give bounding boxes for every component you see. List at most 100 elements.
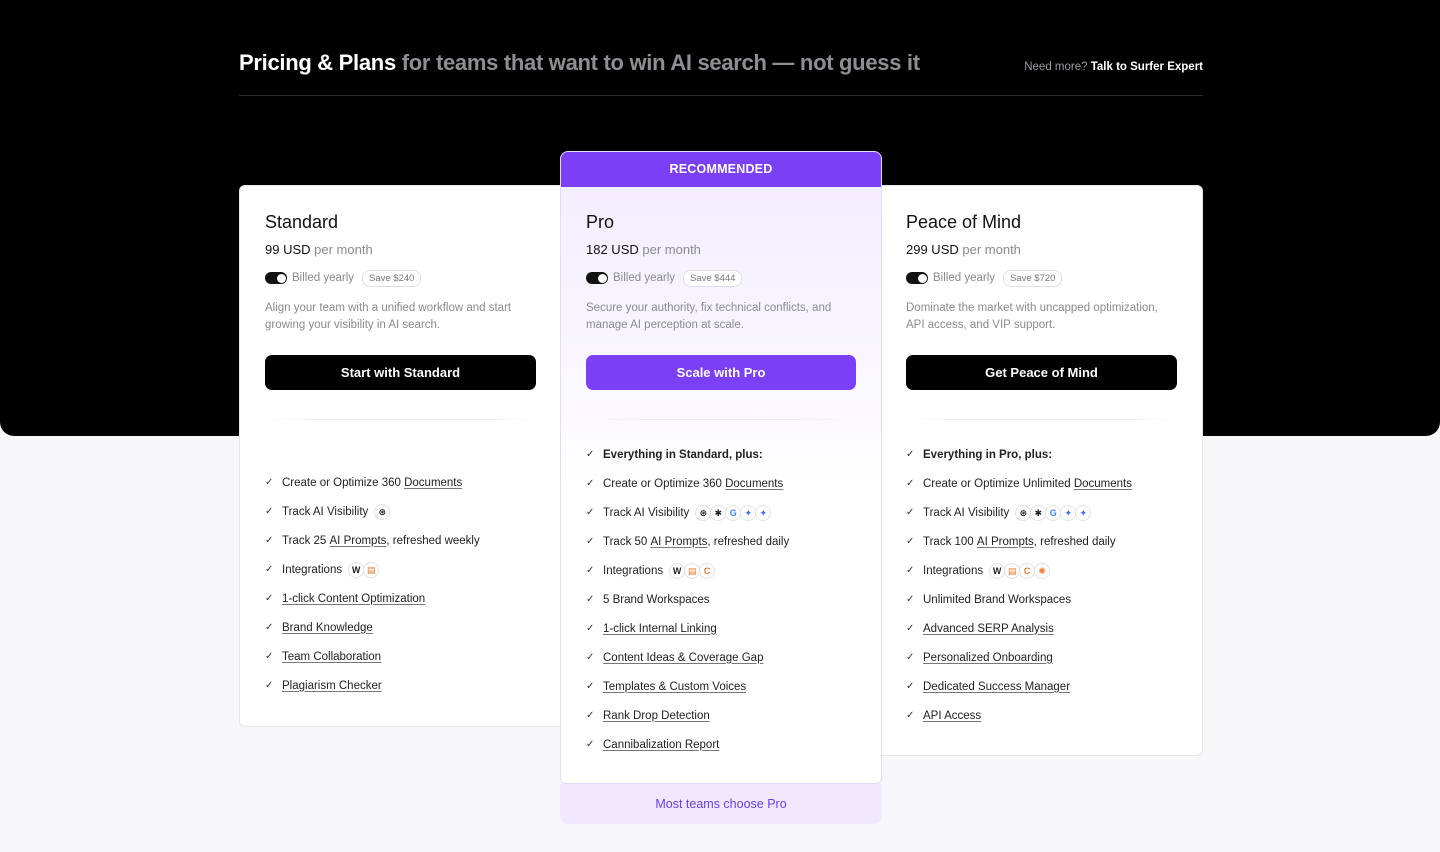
integration-icons: ⊛ ✱ G ✦ ✦: [1015, 504, 1092, 521]
billing-toggle[interactable]: [906, 272, 928, 284]
feature-link[interactable]: Personalized Onboarding: [923, 652, 1053, 664]
google-docs-icon: ▤: [363, 561, 380, 578]
price-amount: 182 USD: [586, 242, 639, 257]
feature-item: ✓ Everything in Standard, plus:: [586, 440, 856, 469]
feature-link[interactable]: API Access: [923, 710, 981, 722]
billing-toggle[interactable]: [265, 272, 287, 284]
feature-link[interactable]: Dedicated Success Manager: [923, 681, 1070, 693]
check-icon: ✓: [586, 449, 595, 460]
check-icon: ✓: [586, 681, 595, 692]
feature-item: ✓ 5 Brand Workspaces: [586, 585, 856, 614]
feature-item: ✓ Integrations W ▤ C ✺: [906, 556, 1177, 585]
integration-icons: W ▤: [348, 561, 380, 578]
feature-item: ✓ API Access: [906, 701, 1177, 730]
feature-link[interactable]: Documents: [1074, 478, 1132, 490]
feature-link[interactable]: Content Ideas & Coverage Gap: [603, 652, 763, 664]
price-amount: 299 USD: [906, 242, 959, 257]
feature-link[interactable]: Cannibalization Report: [603, 739, 719, 751]
plan-description: Secure your authority, fix technical con…: [586, 302, 832, 331]
title-tagline: for teams that want to win AI search — n…: [401, 50, 920, 75]
wordpress-icon: W: [348, 561, 365, 578]
divider: [265, 419, 536, 420]
check-icon: ✓: [586, 594, 595, 605]
feature-item: ✓ Everything in Pro, plus:: [906, 440, 1177, 469]
openai-icon: ⊛: [1015, 504, 1032, 521]
feature-link[interactable]: Documents: [725, 478, 783, 490]
divider: [586, 419, 856, 420]
talk-to-expert-link[interactable]: Talk to Surfer Expert: [1091, 61, 1203, 73]
feature-text: Everything in Standard, plus:: [603, 448, 763, 461]
feature-text-suffix: , refreshed daily: [1033, 535, 1116, 548]
check-icon: ✓: [265, 535, 274, 546]
feature-link[interactable]: AI Prompts: [330, 535, 387, 547]
feature-text: Create or Optimize 360: [282, 476, 405, 489]
feature-item: ✓ Cannibalization Report: [586, 730, 856, 759]
plan-summary: Pro 182 USD per month Billed yearly Save…: [586, 212, 856, 420]
feature-link[interactable]: AI Prompts: [651, 536, 708, 548]
integration-icons: ⊛: [374, 503, 391, 520]
check-icon: ✓: [906, 681, 915, 692]
billing-toggle[interactable]: [586, 272, 608, 284]
billing-row: Billed yearly Save $240: [265, 269, 536, 287]
check-icon: ✓: [906, 565, 915, 576]
feature-link[interactable]: 1-click Internal Linking: [603, 623, 717, 635]
google-docs-icon: ▤: [684, 562, 701, 579]
check-icon: ✓: [586, 710, 595, 721]
need-more-prefix: Need more?: [1024, 61, 1088, 73]
feature-link[interactable]: Plagiarism Checker: [282, 680, 382, 692]
plan-card-standard: Standard 99 USD per month Billed yearly …: [239, 185, 561, 727]
feature-link[interactable]: Rank Drop Detection: [603, 710, 710, 722]
feature-item: ✓ Dedicated Success Manager: [906, 672, 1177, 701]
check-icon: ✓: [906, 449, 915, 460]
perplexity-icon: ✱: [1030, 504, 1047, 521]
page-title: Pricing & Plans for teams that want to w…: [239, 50, 920, 76]
feature-link[interactable]: Brand Knowledge: [282, 622, 373, 634]
feature-item: ✓ Brand Knowledge: [265, 613, 536, 642]
integration-icons: W ▤ C ✺: [989, 562, 1051, 579]
plan-name: Pro: [586, 212, 615, 232]
feature-list: ✓ Everything in Standard, plus: ✓ Create or…: [586, 440, 856, 759]
feature-link[interactable]: Advanced SERP Analysis: [923, 623, 1054, 635]
ai-mode-icon: ✦: [1075, 504, 1092, 521]
feature-link[interactable]: Team Collaboration: [282, 651, 381, 663]
google-icon: G: [725, 504, 742, 521]
plan-summary: Peace of Mind 299 USD per month Billed y…: [906, 212, 1177, 420]
feature-item: ✓ Track 25 AI Prompts, refreshed weekly: [265, 526, 536, 555]
get-peace-of-mind-button[interactable]: Get Peace of Mind: [906, 355, 1177, 390]
start-with-standard-button[interactable]: Start with Standard: [265, 355, 536, 390]
feature-text-suffix: , refreshed daily: [707, 535, 790, 548]
check-icon: ✓: [265, 593, 274, 604]
contentful-icon: C: [699, 562, 716, 579]
google-docs-icon: ▤: [1004, 562, 1021, 579]
plan-price: 99 USD per month: [265, 242, 536, 257]
integration-icons: W ▤ C: [669, 562, 716, 579]
check-icon: ✓: [265, 680, 274, 691]
billing-label: Billed yearly: [292, 272, 354, 284]
feature-text: Track 50: [603, 535, 651, 548]
feature-link[interactable]: Templates & Custom Voices: [603, 681, 746, 693]
openai-icon: ⊛: [374, 503, 391, 520]
feature-text: Everything in Pro, plus:: [923, 448, 1053, 461]
check-icon: ✓: [586, 536, 595, 547]
wordpress-icon: W: [989, 562, 1006, 579]
feature-item: ✓ 1-click Content Optimization: [265, 584, 536, 613]
feature-link[interactable]: AI Prompts: [977, 536, 1034, 548]
most-teams-note: Most teams choose Pro: [560, 784, 882, 824]
openai-icon: ⊛: [695, 504, 712, 521]
check-icon: ✓: [265, 477, 274, 488]
feature-item: ✓ Create or Optimize Unlimited Documents: [906, 469, 1177, 498]
feature-text: Unlimited Brand Workspaces: [923, 593, 1072, 606]
title-main: Pricing & Plans: [239, 50, 396, 75]
plan-description: Dominate the market with uncapped optimi…: [906, 302, 1158, 331]
check-icon: ✓: [265, 651, 274, 662]
need-more: Need more? Talk to Surfer Expert: [1024, 61, 1203, 73]
check-icon: ✓: [906, 536, 915, 547]
check-icon: ✓: [586, 652, 595, 663]
save-badge: Save $720: [1003, 269, 1063, 287]
feature-link[interactable]: 1-click Content Optimization: [282, 593, 425, 605]
feature-item: ✓ Track 50 AI Prompts, refreshed daily: [586, 527, 856, 556]
scale-with-pro-button[interactable]: Scale with Pro: [586, 355, 856, 390]
divider: [906, 419, 1177, 420]
plan-description: Align your team with a unified workflow …: [265, 302, 512, 331]
feature-link[interactable]: Documents: [404, 477, 462, 489]
